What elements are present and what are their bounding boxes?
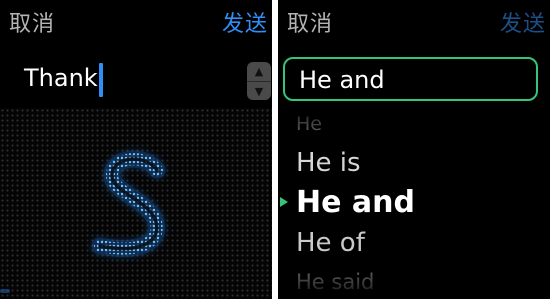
current-selection-arrow-icon xyxy=(280,197,288,207)
suggestion-screen: 取消 发送 He and He He is He and He of He sa… xyxy=(278,0,550,299)
cancel-button[interactable]: 取消 xyxy=(9,6,55,38)
chevron-down-icon[interactable]: ▼ xyxy=(247,81,271,100)
edge-indicator xyxy=(0,289,10,293)
suggestion-item-active[interactable]: He and xyxy=(296,185,415,220)
send-button[interactable]: 发送 xyxy=(500,6,546,38)
cancel-button[interactable]: 取消 xyxy=(287,6,333,38)
suggestion-item[interactable]: He is xyxy=(296,148,361,178)
text-input[interactable]: Thank xyxy=(24,64,98,92)
text-cursor xyxy=(99,63,103,97)
chevron-up-icon[interactable]: ▲ xyxy=(247,62,271,81)
suggestion-stepper[interactable]: ▲ ▼ xyxy=(247,62,271,100)
selected-suggestion-field[interactable]: He and xyxy=(283,57,538,101)
send-button[interactable]: 发送 xyxy=(222,6,268,38)
suggestion-item[interactable]: He said xyxy=(296,270,374,294)
suggestion-item[interactable]: He xyxy=(296,113,322,135)
scribble-stroke xyxy=(91,150,166,257)
suggestion-item[interactable]: He of xyxy=(296,228,365,258)
scribble-pad[interactable] xyxy=(0,108,272,299)
selected-suggestion-text: He and xyxy=(299,66,385,94)
scribble-screen: 取消 发送 Thank ▲ ▼ xyxy=(0,0,272,299)
